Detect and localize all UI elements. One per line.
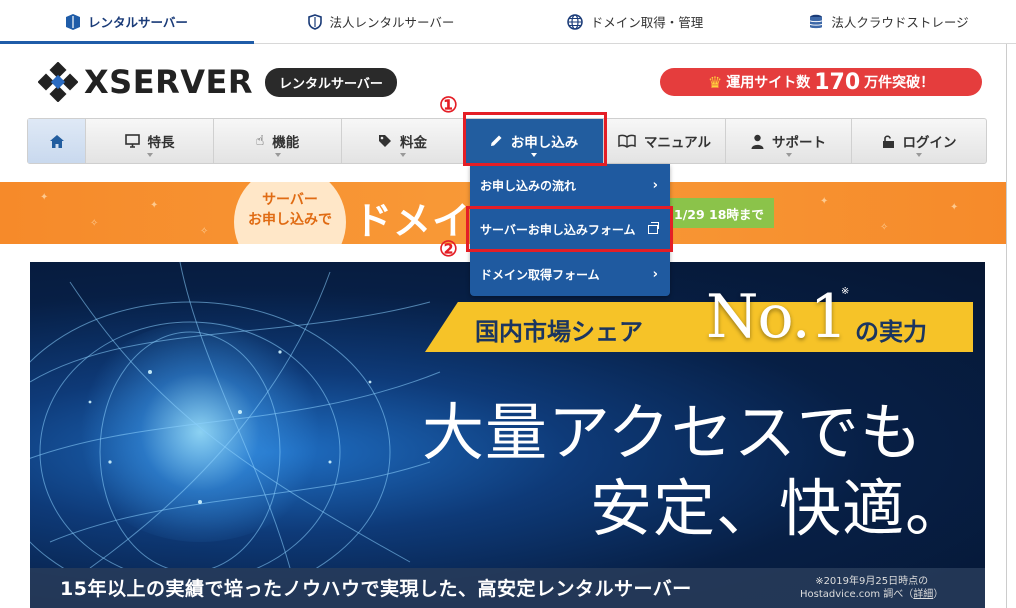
- site-header: XSERVER レンタルサーバー ♛ 運用サイト数 170 万件突破！: [0, 44, 1016, 118]
- sparkle-icon: ✧: [90, 218, 99, 229]
- tab-cloud-storage[interactable]: 法人クラウドストレージ: [762, 0, 1016, 43]
- tab-business-rental-server[interactable]: 法人レンタルサーバー: [254, 0, 508, 43]
- tab-label: ドメイン取得・管理: [590, 15, 704, 30]
- tab-label: 法人レンタルサーバー: [329, 15, 455, 30]
- campaign-circle-line2: お申し込みで: [248, 212, 332, 228]
- hero-banner-left: 国内市場シェア: [475, 318, 643, 346]
- chevron-right-icon: ›: [652, 178, 658, 193]
- nav-label: ログイン: [902, 135, 957, 151]
- service-tabs: レンタルサーバー 法人レンタルサーバー ドメイン取得・管理 法人クラウドストレー…: [0, 0, 1016, 44]
- caret-down-icon: [146, 153, 153, 157]
- shield-icon: [307, 13, 322, 30]
- rental-server-icon: [66, 13, 81, 30]
- logo-badge: レンタルサーバー: [264, 67, 397, 97]
- book-icon: [618, 134, 636, 148]
- nav-label: 料金: [400, 135, 427, 151]
- hero-banner[interactable]: 国内市場シェア No.1 ※ の実力 大量アクセスでも 安定、快適。 15年以上…: [30, 262, 985, 608]
- promo-badge[interactable]: ♛ 運用サイト数 170 万件突破！: [660, 68, 982, 96]
- storage-icon: [809, 14, 823, 28]
- campaign-deadline: 1/29 18時まで: [664, 198, 774, 228]
- sparkle-icon: ✦: [150, 200, 159, 211]
- sparkle-icon: ✧: [880, 222, 889, 233]
- nav-pricing[interactable]: 料金: [342, 119, 464, 163]
- hero-note-mark: ※: [841, 286, 850, 297]
- globe-network-graphic: [30, 262, 441, 568]
- nav-home[interactable]: [28, 119, 86, 163]
- person-icon: [751, 134, 764, 149]
- source-suffix: ）: [933, 589, 944, 600]
- nav-functions[interactable]: ☝ 機能: [214, 119, 342, 163]
- dropdown-item-label: お申し込みの流れ: [480, 179, 577, 193]
- dropdown-item-label: ドメイン取得フォーム: [480, 267, 600, 282]
- campaign-circle: サーバー お申し込みで: [234, 182, 346, 244]
- chevron-right-icon: ›: [652, 266, 658, 282]
- annotation-number-1: ①: [439, 92, 458, 117]
- nav-label: マニュアル: [643, 135, 712, 151]
- nav-manual[interactable]: マニュアル: [604, 119, 726, 163]
- sparkle-icon: ✦: [820, 196, 829, 207]
- dropdown-item-domain-form[interactable]: ドメイン取得フォーム ›: [470, 252, 670, 296]
- annotation-box-2: [466, 206, 673, 252]
- home-icon: [49, 134, 64, 148]
- lock-icon: [882, 134, 894, 148]
- pointer-icon: ☝: [255, 133, 265, 149]
- nav-support[interactable]: サポート: [726, 119, 852, 163]
- page-scroll-edge: [1006, 44, 1016, 608]
- sparkle-icon: ✦: [950, 202, 959, 213]
- caret-down-icon: [916, 153, 922, 157]
- caret-down-icon: [274, 153, 281, 157]
- source-prefix: Hostadvice.com 調べ（: [800, 589, 914, 600]
- nav-label: 機能: [272, 135, 300, 151]
- tab-label: レンタルサーバー: [88, 15, 188, 30]
- hero-banner-right: の実力: [855, 318, 927, 346]
- promo-suffix: 万件突破！: [864, 75, 935, 91]
- source-detail-link[interactable]: 詳細: [913, 589, 933, 600]
- tab-domain[interactable]: ドメイン取得・管理: [508, 0, 762, 43]
- nav-label: サポート: [772, 135, 826, 151]
- hero-source-note: ※2019年9月25日時点の Hostadvice.com 調べ（詳細）: [800, 575, 943, 601]
- annotation-number-2: ②: [439, 236, 458, 261]
- globe-icon: [566, 13, 583, 30]
- tab-rental-server[interactable]: レンタルサーバー: [0, 0, 254, 44]
- promo-number: 170: [814, 69, 861, 95]
- caret-down-icon: [785, 153, 792, 157]
- monitor-icon: [124, 134, 140, 148]
- source-line-2: Hostadvice.com 調べ（詳細）: [800, 588, 943, 601]
- promo-prefix: 運用サイト数: [726, 75, 811, 91]
- caret-down-icon: [399, 153, 406, 157]
- logo-text: XSERVER: [84, 63, 253, 101]
- nav-features[interactable]: 特長: [86, 119, 214, 163]
- nav-login[interactable]: ログイン: [852, 119, 986, 163]
- sparkle-icon: ✦: [40, 192, 49, 203]
- source-line-1: ※2019年9月25日時点の: [815, 576, 929, 587]
- hero-headline-2: 安定、快適。: [590, 472, 969, 545]
- annotation-box-1: [463, 112, 607, 166]
- logo-mark-icon: [38, 62, 78, 102]
- hero-subline: 15年以上の実績で培ったノウハウで実現した、高安定レンタルサーバー: [60, 578, 692, 600]
- tab-label: 法人クラウドストレージ: [831, 15, 969, 30]
- sparkle-icon: ✧: [200, 226, 209, 237]
- xserver-logo[interactable]: XSERVER レンタルサーバー: [38, 62, 397, 102]
- hero-no1: No.1: [706, 282, 848, 352]
- nav-label: 特長: [147, 135, 175, 151]
- dropdown-item-apply-flow[interactable]: お申し込みの流れ ›: [470, 164, 670, 208]
- campaign-circle-line1: サーバー: [262, 192, 318, 208]
- tag-icon: [379, 135, 391, 147]
- crown-icon: ♛: [707, 72, 723, 92]
